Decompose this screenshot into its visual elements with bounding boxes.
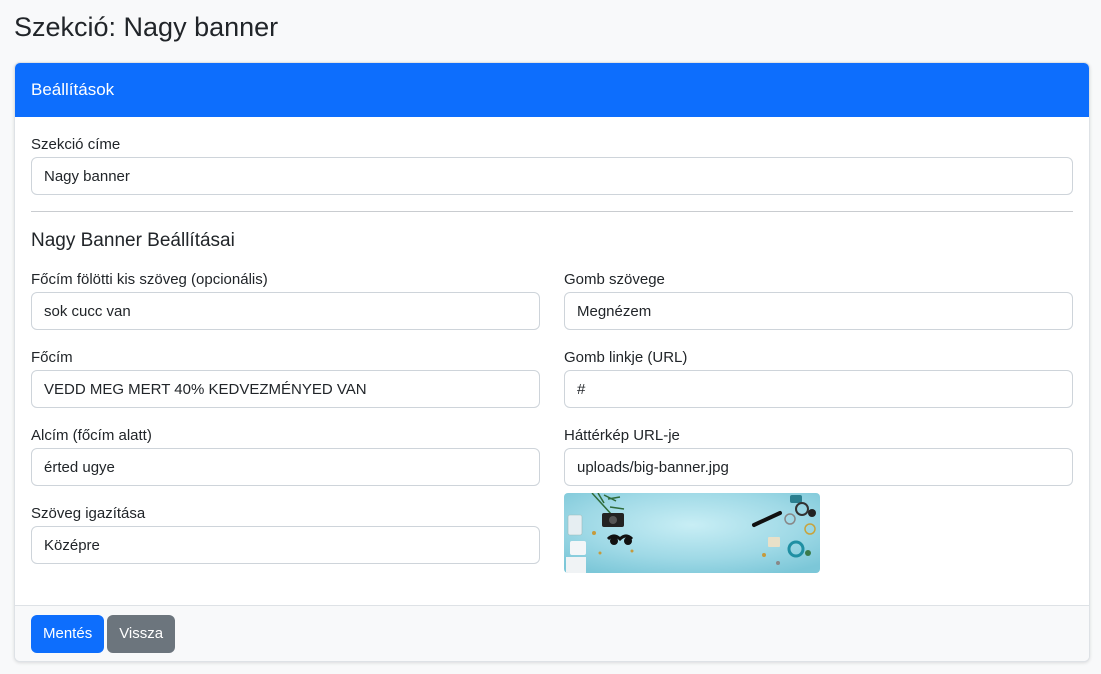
card-body: Szekció címe Nagy banner Nagy Banner Beá… xyxy=(15,117,1089,607)
page: Szekció: Nagy banner Beállítások Szekció… xyxy=(0,0,1101,674)
button-text-input[interactable]: Megnézem xyxy=(564,292,1073,330)
alignment-label: Szöveg igazítása xyxy=(31,505,146,522)
small-text-input[interactable]: sok cucc van xyxy=(31,292,540,330)
banner-preview-image xyxy=(564,493,820,573)
section-title-input[interactable]: Nagy banner xyxy=(31,157,1073,195)
banner-settings-heading: Nagy Banner Beállításai xyxy=(31,230,235,251)
divider xyxy=(31,211,1073,212)
main-title-input[interactable]: VEDD MEG MERT 40% KEDVEZMÉNYED VAN xyxy=(31,370,540,408)
button-text-label: Gomb szövege xyxy=(564,271,665,288)
button-link-input[interactable]: # xyxy=(564,370,1073,408)
card-footer: Mentés Vissza xyxy=(15,605,1089,661)
back-button[interactable]: Vissza xyxy=(107,614,176,653)
button-link-label: Gomb linkje (URL) xyxy=(564,349,688,366)
settings-card: Beállítások Szekció címe Nagy banner Nag… xyxy=(14,62,1090,662)
subtitle-label: Alcím (főcím alatt) xyxy=(31,427,152,444)
section-title-label: Szekció címe xyxy=(31,136,121,153)
small-text-label: Főcím fölötti kis szöveg (opcionális) xyxy=(31,271,268,288)
card-header-title: Beállítások xyxy=(31,80,115,99)
card-header: Beállítások xyxy=(15,63,1089,117)
background-url-input[interactable]: uploads/big-banner.jpg xyxy=(564,448,1073,486)
background-url-label: Háttérkép URL-je xyxy=(564,427,680,444)
main-title-label: Főcím xyxy=(31,349,73,366)
subtitle-input[interactable]: érted ugye xyxy=(31,448,540,486)
save-button[interactable]: Mentés xyxy=(31,614,105,653)
page-title: Szekció: Nagy banner xyxy=(14,12,279,42)
alignment-select[interactable]: Középre xyxy=(31,526,540,564)
